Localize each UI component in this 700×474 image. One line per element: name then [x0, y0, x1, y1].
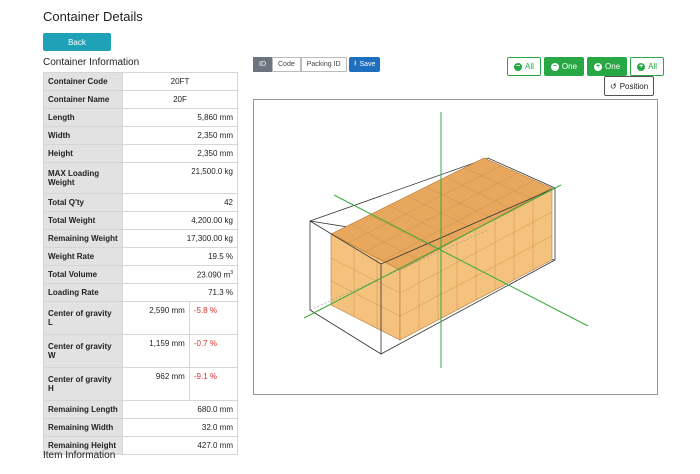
back-button[interactable]: Back — [43, 33, 111, 51]
container-name-value: 20F — [122, 90, 238, 109]
table-row: Remaining Weight 17,300.00 kg — [43, 229, 238, 248]
row-label: Total Volume — [43, 265, 123, 284]
button-label: All — [648, 62, 658, 71]
row-label: Center of gravity L — [43, 301, 123, 335]
add-all-button[interactable]: + All — [630, 57, 665, 76]
remove-one-button[interactable]: − One — [543, 57, 585, 76]
row-label: Container Code — [43, 72, 123, 91]
row-label: Center of gravity W — [43, 334, 123, 368]
row-label: Total Q'ty — [43, 193, 123, 212]
button-label: One — [605, 62, 621, 71]
table-row: Total Q'ty 42 — [43, 193, 238, 212]
table-row: Center of gravity H 962 mm -9.1 % — [43, 367, 239, 401]
cog-l-pct: -5.8 % — [188, 301, 239, 335]
table-row: Loading Rate 71.3 % — [43, 283, 238, 302]
weight-rate-value: 19.5 % — [122, 247, 238, 266]
label-mode-toggle: ID Code Packing ID — [253, 57, 347, 72]
table-row: Remaining Length 680.0 mm — [43, 400, 238, 419]
row-label: Weight Rate — [43, 247, 123, 266]
row-label: Height — [43, 144, 123, 163]
cog-h-mm: 962 mm — [122, 367, 190, 401]
reset-position-button[interactable]: ↺ Position — [604, 76, 655, 96]
row-label: Length — [43, 108, 123, 127]
container-info-heading: Container Information — [43, 57, 140, 68]
container-code-value: 20FT — [122, 72, 238, 91]
container-info-table: Container Code 20FT Container Name 20F L… — [43, 72, 239, 455]
container-3d-scene — [303, 112, 589, 368]
cog-h-pct: -9.1 % — [188, 367, 239, 401]
row-label: Total Weight — [43, 211, 123, 230]
plus-circle-icon: + — [637, 62, 646, 71]
minus-circle-icon: − — [550, 62, 559, 71]
table-row: Width 2,350 mm — [43, 126, 238, 145]
height-value: 2,350 mm — [122, 144, 238, 163]
table-row: Total Weight 4,200.00 kg — [43, 211, 238, 230]
minus-circle-icon: − — [514, 62, 522, 71]
row-label: Container Name — [43, 90, 123, 109]
save-button[interactable]: ⭳ Save — [349, 57, 381, 72]
row-label: MAX Loading Weight — [43, 162, 123, 194]
table-row: Height 2,350 mm — [43, 144, 238, 163]
remaining-width-value: 32.0 mm — [122, 418, 238, 437]
table-row: Weight Rate 19.5 % — [43, 247, 238, 266]
total-volume-value: 23.090 m3 — [122, 265, 238, 284]
table-row: Container Name 20F — [43, 90, 238, 109]
loading-rate-value: 71.3 % — [122, 283, 238, 302]
table-row: Center of gravity W 1,159 mm -0.7 % — [43, 334, 239, 368]
download-icon: ⭳ — [354, 60, 357, 67]
remove-all-button[interactable]: − All — [507, 57, 541, 76]
table-row: Center of gravity L 2,590 mm -5.8 % — [43, 301, 239, 335]
table-row: Remaining Width 32.0 mm — [43, 418, 238, 437]
qty-value: 42 — [122, 193, 238, 212]
undo-icon: ↺ — [610, 81, 617, 91]
row-label: Width — [43, 126, 123, 145]
page-title: Container Details — [43, 9, 143, 24]
toggle-code[interactable]: Code — [272, 57, 301, 72]
button-label: All — [525, 62, 534, 71]
save-label: Save — [359, 61, 376, 68]
total-volume-number: 23.090 m — [196, 270, 231, 280]
toggle-packing-id[interactable]: Packing ID — [300, 57, 347, 72]
toggle-id[interactable]: ID — [253, 57, 272, 72]
row-label: Center of gravity H — [43, 367, 123, 401]
length-value: 5,860 mm — [122, 108, 238, 127]
cog-w-mm: 1,159 mm — [122, 334, 190, 368]
remaining-weight-value: 17,300.00 kg — [122, 229, 238, 248]
button-label: Position — [619, 81, 649, 91]
row-label: Remaining Weight — [43, 229, 123, 248]
row-label: Remaining Length — [43, 400, 123, 419]
total-weight-value: 4,200.00 kg — [122, 211, 238, 230]
row-label: Remaining Width — [43, 418, 123, 437]
view-controls: − All − One + One + All — [507, 57, 665, 76]
width-value: 2,350 mm — [122, 126, 238, 145]
remaining-height-value: 427.0 mm — [122, 436, 238, 455]
row-label: Loading Rate — [43, 283, 123, 302]
plus-circle-icon: + — [594, 62, 603, 71]
remaining-length-value: 680.0 mm — [122, 400, 238, 419]
table-row: Total Volume 23.090 m3 — [43, 265, 238, 284]
unit-superscript: 3 — [230, 269, 233, 276]
item-info-heading: Item Information — [43, 450, 116, 461]
3d-container-viewer[interactable] — [253, 99, 658, 395]
button-label: One — [561, 62, 578, 71]
table-row: MAX Loading Weight 21,500.0 kg — [43, 162, 238, 194]
table-row: Container Code 20FT — [43, 72, 238, 91]
cog-l-mm: 2,590 mm — [122, 301, 190, 335]
table-row: Length 5,860 mm — [43, 108, 238, 127]
cog-w-pct: -0.7 % — [188, 334, 239, 368]
add-one-button[interactable]: + One — [587, 57, 628, 76]
max-weight-value: 21,500.0 kg — [122, 162, 238, 194]
